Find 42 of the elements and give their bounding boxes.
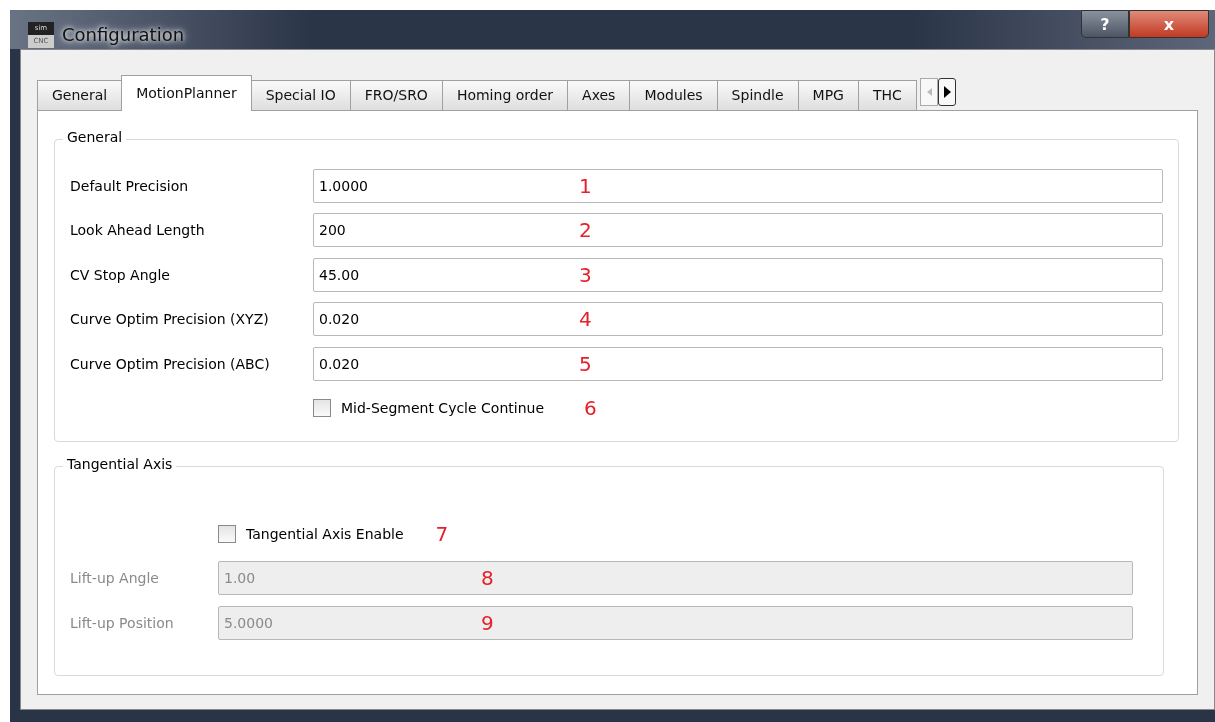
tab[interactable]: FRO/SRO xyxy=(349,79,443,110)
tab[interactable]: General xyxy=(37,79,123,110)
annotation-number: 3 xyxy=(579,262,592,287)
right-arrow-icon xyxy=(942,85,951,98)
field-label: Look Ahead Length xyxy=(70,222,206,239)
group-title: General xyxy=(63,128,127,145)
input-field[interactable]: 200 2 xyxy=(313,213,1163,248)
checkbox[interactable] xyxy=(218,524,236,543)
field-label: Default Precision xyxy=(70,177,190,194)
tab[interactable]: Axes xyxy=(567,79,631,110)
tab[interactable]: Homing order xyxy=(441,79,569,110)
annotation-number: 7 xyxy=(435,521,449,546)
close-button[interactable]: x xyxy=(1129,10,1209,38)
help-button[interactable]: ? xyxy=(1081,10,1129,38)
annotation-number: 9 xyxy=(481,610,494,635)
field-label: Curve Optim Precision (XYZ) xyxy=(70,311,270,328)
scroll-right-button[interactable] xyxy=(937,77,956,106)
field-label: Lift-up Angle xyxy=(70,570,160,587)
field-label: CV Stop Angle xyxy=(70,266,171,283)
input-field[interactable]: 45.00 3 xyxy=(313,257,1163,292)
window-title: Configuration xyxy=(62,24,185,45)
tab[interactable]: Spindle xyxy=(716,79,799,110)
tab[interactable]: Modules xyxy=(629,79,718,110)
input-field[interactable]: 0.020 4 xyxy=(313,302,1163,337)
input-field[interactable]: 1.0000 1 xyxy=(313,168,1163,203)
tab[interactable]: MPG xyxy=(797,79,859,110)
field-label: Curve Optim Precision (ABC) xyxy=(70,355,271,372)
field-label: Lift-up Position xyxy=(70,614,175,631)
annotation-number: 1 xyxy=(579,173,592,198)
annotation-number: 4 xyxy=(579,307,592,332)
checkbox[interactable] xyxy=(313,399,331,418)
input-field[interactable]: 0.020 5 xyxy=(313,346,1163,381)
tab[interactable]: Special IO xyxy=(250,79,351,110)
annotation-number: 6 xyxy=(584,396,597,421)
checkbox-label: Tangential Axis Enable xyxy=(246,525,404,542)
tab[interactable]: THC xyxy=(857,79,917,110)
tab[interactable]: MotionPlanner xyxy=(121,74,252,111)
group-title: Tangential Axis xyxy=(63,455,177,472)
annotation-number: 5 xyxy=(579,351,592,376)
annotation-number: 8 xyxy=(481,566,494,591)
annotation-number: 2 xyxy=(579,218,592,243)
checkbox-label: Mid-Segment Cycle Continue xyxy=(341,400,545,417)
